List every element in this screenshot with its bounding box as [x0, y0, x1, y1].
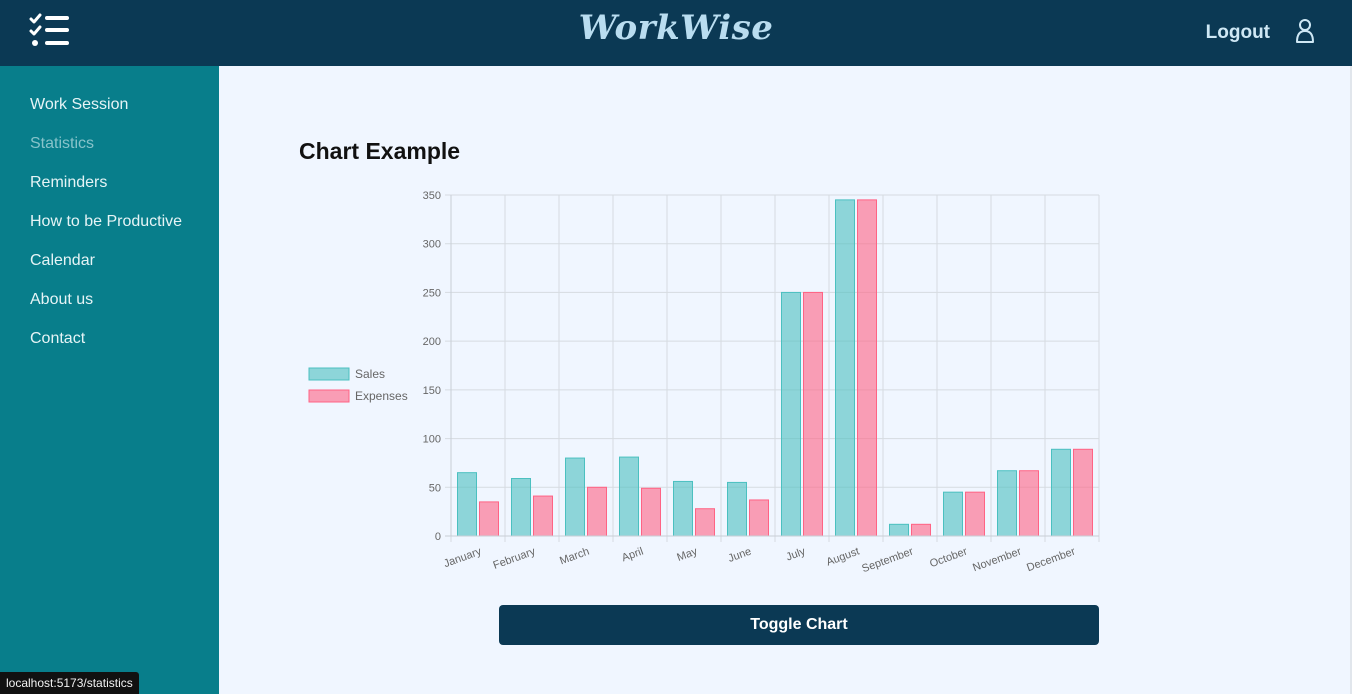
y-tick-label: 250 — [423, 287, 441, 299]
bar-sales-august — [835, 199, 855, 537]
bar-expenses-december — [1073, 448, 1093, 537]
bar-sales-january — [457, 472, 477, 537]
bar-expenses-september — [911, 523, 931, 537]
x-tick-label: August — [825, 546, 861, 569]
sidebar-item-how-to-be-productive[interactable]: How to be Productive — [0, 212, 219, 251]
top-navbar: WorkWise Logout — [0, 0, 1352, 66]
x-tick-label: June — [727, 546, 754, 565]
user-icon[interactable] — [1294, 18, 1316, 44]
sidebar-nav: Work Session Statistics Reminders How to… — [0, 66, 219, 368]
bar-sales-june — [727, 481, 747, 537]
x-tick-label: February — [492, 545, 538, 572]
bar-sales-december — [1051, 448, 1071, 537]
y-tick-label: 150 — [423, 385, 441, 397]
bar-sales-october — [943, 491, 963, 537]
bar-expenses-january — [479, 501, 499, 537]
bar-sales-july — [781, 291, 801, 537]
bar-sales-may — [673, 480, 693, 537]
toggle-chart-button[interactable]: Toggle Chart — [499, 605, 1099, 645]
bar-expenses-april — [641, 487, 661, 537]
sidebar-item-about-us[interactable]: About us — [0, 290, 219, 329]
legend-label-sales[interactable]: Sales — [355, 367, 385, 381]
bar-sales-september — [889, 523, 909, 537]
bar-expenses-november — [1019, 470, 1039, 537]
bar-expenses-october — [965, 491, 985, 537]
chart-heading: Chart Example — [299, 138, 461, 164]
sidebar-item-reminders[interactable]: Reminders — [0, 173, 219, 212]
sidebar-item-contact[interactable]: Contact — [0, 329, 219, 368]
x-tick-label: January — [442, 545, 483, 570]
bar-sales-november — [997, 470, 1017, 537]
y-tick-label: 0 — [435, 531, 441, 543]
bar-expenses-august — [857, 199, 877, 537]
x-tick-label: March — [558, 546, 591, 568]
bar-sales-april — [619, 456, 639, 537]
sidebar-item-statistics[interactable]: Statistics — [0, 134, 219, 173]
checklist-menu-icon[interactable] — [28, 13, 72, 49]
x-tick-label: May — [675, 545, 699, 564]
y-tick-label: 350 — [423, 190, 441, 202]
y-tick-label: 50 — [429, 482, 441, 494]
bar-expenses-march — [587, 486, 607, 537]
x-tick-label: November — [971, 545, 1023, 574]
sidebar-item-calendar[interactable]: Calendar — [0, 251, 219, 290]
main-content: 0 50 100 150 200 250 300 350 January February Marc… — [219, 66, 1350, 694]
x-tick-label: April — [620, 546, 645, 565]
bar-expenses-february — [533, 495, 553, 537]
status-bar-url: localhost:5173/statistics — [0, 672, 139, 694]
x-tick-label: September — [860, 545, 915, 575]
bar-expenses-may — [695, 508, 715, 537]
x-tick-label: October — [928, 545, 969, 570]
legend-label-expenses[interactable]: Expenses — [355, 389, 408, 403]
legend-swatch-expenses[interactable] — [308, 389, 350, 403]
y-tick-label: 100 — [423, 434, 441, 446]
bar-expenses-june — [749, 499, 769, 537]
legend-swatch-sales[interactable] — [308, 367, 350, 381]
sidebar-item-work-session[interactable]: Work Session — [0, 95, 219, 134]
bar-sales-march — [565, 457, 585, 537]
bar-expenses-july — [803, 291, 823, 537]
logout-button[interactable]: Logout — [1206, 22, 1270, 44]
bar-sales-february — [511, 478, 531, 537]
brand-title: WorkWise — [578, 8, 774, 48]
x-tick-label: December — [1025, 545, 1077, 574]
y-tick-label: 200 — [423, 336, 441, 348]
y-tick-label: 300 — [423, 239, 441, 251]
x-tick-label: July — [785, 545, 808, 563]
sidebar: Work Session Statistics Reminders How to… — [0, 66, 219, 694]
